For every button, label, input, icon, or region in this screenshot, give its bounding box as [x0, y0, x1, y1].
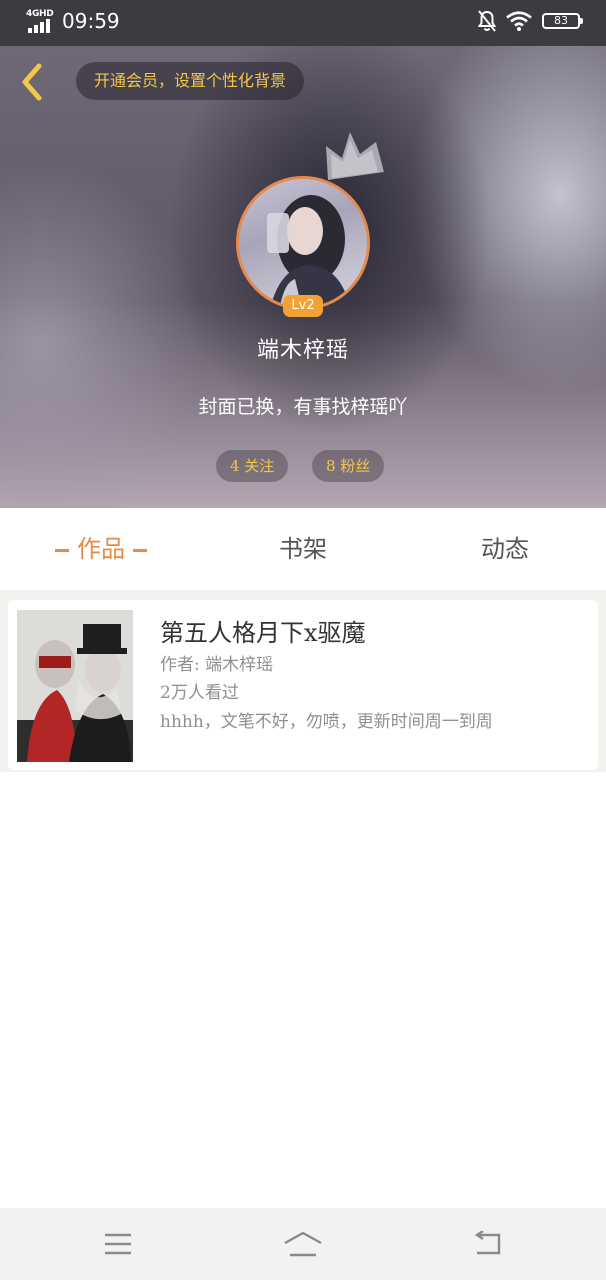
- tab-label: 动态: [481, 535, 529, 563]
- nav-menu-button[interactable]: [93, 1224, 143, 1264]
- chevron-left-icon: [22, 63, 42, 101]
- level-badge: Lv2: [283, 295, 323, 317]
- book-author: 作者: 端木梓瑶: [160, 655, 274, 675]
- wifi-icon: [506, 11, 532, 31]
- book-views: 2万人看过: [160, 683, 239, 703]
- battery-level: 83: [554, 14, 568, 27]
- active-indicator: [55, 549, 69, 552]
- book-description: hhhh，文笔不好，勿喷，更新时间周一到周: [160, 712, 493, 732]
- active-indicator: [133, 549, 147, 552]
- back-button[interactable]: [14, 60, 50, 104]
- profile-tabs: 作品 书架 动态: [0, 508, 606, 590]
- system-nav-bar: [0, 1208, 606, 1280]
- username: 端木梓瑶: [256, 338, 349, 363]
- home-icon: [284, 1231, 322, 1257]
- tab-label: 作品: [77, 535, 125, 563]
- status-right: 83: [478, 10, 583, 32]
- status-bar: 4GHD 09:59 83: [0, 0, 606, 46]
- vip-banner[interactable]: 开通会员，设置个性化背景: [76, 62, 305, 100]
- signal-bars: [28, 19, 50, 33]
- nav-home-button[interactable]: [278, 1224, 328, 1264]
- following-count[interactable]: 4 关注: [216, 450, 289, 482]
- battery-icon: 83: [542, 13, 583, 29]
- crown-icon: [326, 132, 384, 180]
- tab-bookshelf[interactable]: 书架: [202, 508, 404, 590]
- fans-count[interactable]: 8 粉丝: [312, 450, 385, 482]
- signature: 封面已换，有事找梓瑶吖: [198, 396, 408, 418]
- book-title[interactable]: 第五人格月下x驱魔: [160, 616, 366, 650]
- nav-back-button[interactable]: [462, 1224, 512, 1264]
- status-time: 09:59: [62, 9, 120, 33]
- profile-header: 开通会员，设置个性化背景 Lv2 端木梓瑶 封面已换，有事找梓瑶吖 4 关注 8…: [0, 46, 606, 508]
- tab-activity[interactable]: 动态: [404, 508, 606, 590]
- avatar[interactable]: [236, 176, 370, 310]
- book-cover[interactable]: [17, 610, 133, 762]
- status-left: 4GHD 09:59: [26, 9, 120, 33]
- book-cover-image: [17, 610, 133, 762]
- signal-icon: 4GHD: [26, 9, 56, 33]
- network-type: 4GHD: [26, 9, 54, 19]
- back-icon: [474, 1231, 501, 1255]
- avatar-image: [267, 195, 350, 307]
- tab-works[interactable]: 作品: [0, 508, 202, 590]
- menu-icon: [105, 1233, 131, 1255]
- tab-label: 书架: [279, 535, 327, 563]
- mute-bell-icon: [478, 10, 496, 32]
- book-card[interactable]: 第五人格月下x驱魔 作者: 端木梓瑶 2万人看过 hhhh，文笔不好，勿喷，更新…: [8, 600, 598, 770]
